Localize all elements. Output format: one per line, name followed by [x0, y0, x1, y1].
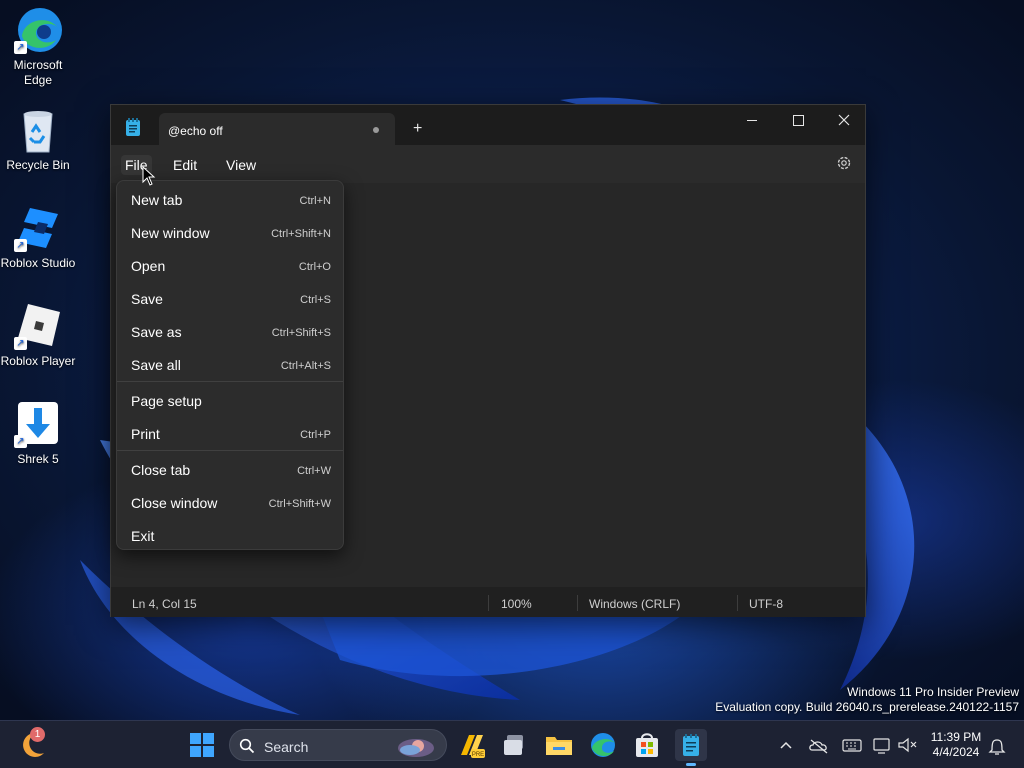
- zoom-level[interactable]: 100%: [501, 597, 532, 611]
- search-label: Search: [264, 739, 309, 755]
- new-tab-button[interactable]: +: [413, 121, 422, 137]
- maximize-button[interactable]: [775, 105, 821, 137]
- menu-item-close-tab[interactable]: Close tab Ctrl+W: [121, 454, 341, 484]
- desktop-icon-label: Roblox Studio: [0, 256, 76, 270]
- notepad-icon: [683, 734, 699, 756]
- task-view-icon: [504, 735, 523, 755]
- taskbar-search-box[interactable]: Search: [229, 729, 447, 761]
- menu-view[interactable]: View: [222, 155, 260, 175]
- title-bar[interactable]: @echo off +: [111, 105, 867, 146]
- taskbar: 1 Search PRE 11:39 PM 4/4/2024: [0, 720, 1024, 768]
- shortcut-arrow-icon: ↗: [14, 337, 27, 350]
- menu-edit[interactable]: Edit: [169, 155, 201, 175]
- clock[interactable]: 11:39 PM 4/4/2024: [920, 730, 992, 760]
- tab-title: @echo off: [168, 124, 223, 138]
- menu-separator: [117, 450, 343, 451]
- clock-time: 11:39 PM: [930, 730, 982, 744]
- minimize-button[interactable]: [729, 105, 775, 137]
- copilot-preview-button[interactable]: PRE: [455, 729, 487, 761]
- encoding[interactable]: UTF-8: [749, 597, 783, 611]
- notepad-icon: [125, 118, 141, 136]
- clock-date: 4/4/2024: [932, 745, 980, 759]
- start-button[interactable]: [186, 729, 218, 761]
- notification-badge: 1: [30, 727, 45, 742]
- file-explorer-button[interactable]: [543, 729, 575, 761]
- menu-item-exit[interactable]: Exit: [121, 520, 341, 550]
- status-divider: [577, 595, 578, 611]
- desktop-icon-roblox-player[interactable]: ↗ Roblox Player: [0, 302, 76, 369]
- menu-item-save[interactable]: Save Ctrl+S: [121, 283, 341, 313]
- network-button[interactable]: [868, 729, 896, 761]
- desktop-icon-label: Roblox Player: [0, 354, 76, 368]
- status-divider: [488, 595, 489, 611]
- notepad-taskbar-button[interactable]: [675, 729, 707, 766]
- roblox-player-icon: ↗: [14, 302, 62, 350]
- settings-gear-icon[interactable]: [835, 154, 853, 172]
- download-arrow-icon: ↗: [14, 400, 62, 448]
- network-icon: [873, 738, 890, 754]
- keyboard-icon: [842, 739, 862, 752]
- menu-item-save-as[interactable]: Save as Ctrl+Shift+S: [121, 316, 341, 346]
- search-icon: [239, 738, 255, 754]
- chevron-up-icon: [780, 741, 792, 749]
- copilot-icon: PRE: [461, 735, 485, 758]
- task-view-button[interactable]: [499, 729, 531, 761]
- status-bar: Ln 4, Col 15 100% Windows (CRLF) UTF-8: [111, 587, 865, 617]
- desktop-icon-shrek-5[interactable]: ↗ Shrek 5: [0, 400, 76, 467]
- notifications-button[interactable]: [984, 729, 1010, 761]
- close-button[interactable]: [821, 105, 867, 137]
- file-explorer-icon: [546, 737, 572, 755]
- mouse-cursor-icon: [142, 165, 156, 186]
- menu-item-open[interactable]: Open Ctrl+O: [121, 250, 341, 280]
- menu-item-new-tab[interactable]: New tab Ctrl+N: [121, 184, 341, 214]
- watermark-line-1: Windows 11 Pro Insider Preview: [847, 685, 1019, 699]
- cloud-offline-icon: [809, 739, 828, 754]
- shortcut-arrow-icon: ↗: [14, 41, 27, 54]
- cursor-position: Ln 4, Col 15: [132, 597, 197, 611]
- edge-icon: ↗: [14, 6, 62, 54]
- recycle-bin-icon: [14, 106, 62, 154]
- desktop-icon-label: Shrek 5: [17, 452, 59, 466]
- tab-echo-off[interactable]: @echo off: [159, 113, 395, 146]
- show-hidden-icons-button[interactable]: [772, 729, 800, 761]
- watermark-line-2: Evaluation copy. Build 26040.rs_prerelea…: [715, 700, 1019, 714]
- menu-item-print[interactable]: Print Ctrl+P: [121, 418, 341, 448]
- onedrive-button[interactable]: [805, 729, 833, 761]
- running-indicator: [686, 763, 696, 766]
- desktop-icon-label: Microsoft Edge: [13, 58, 63, 87]
- edge-icon: [591, 733, 615, 757]
- desktop-icon-roblox-studio[interactable]: ↗ Roblox Studio: [0, 204, 76, 271]
- menu-bar: File Edit View: [111, 145, 865, 183]
- shortcut-arrow-icon: ↗: [14, 239, 27, 252]
- search-highlight-icon: [398, 739, 434, 757]
- line-ending[interactable]: Windows (CRLF): [589, 597, 680, 611]
- volume-muted-icon: [898, 737, 917, 753]
- svg-text:PRE: PRE: [472, 752, 484, 758]
- evaluation-watermark: Windows 11 Pro Insider Preview Evaluatio…: [715, 685, 1019, 715]
- desktop-icon-edge[interactable]: ↗ Microsoft Edge: [0, 6, 76, 88]
- bell-icon: [988, 739, 1006, 755]
- weather-widget-button[interactable]: 1: [16, 727, 48, 761]
- menu-item-new-window[interactable]: New window Ctrl+Shift+N: [121, 217, 341, 247]
- roblox-studio-icon: ↗: [14, 204, 62, 252]
- status-divider: [737, 595, 738, 611]
- store-icon: [636, 733, 658, 757]
- file-menu-dropdown: New tab Ctrl+N New window Ctrl+Shift+N O…: [116, 180, 344, 550]
- menu-item-save-all[interactable]: Save all Ctrl+Alt+S: [121, 349, 341, 379]
- volume-button[interactable]: [893, 729, 921, 761]
- menu-item-close-window[interactable]: Close window Ctrl+Shift+W: [121, 487, 341, 517]
- unsaved-dot-icon[interactable]: [373, 127, 379, 133]
- shortcut-arrow-icon: ↗: [14, 435, 27, 448]
- desktop-icon-recycle-bin[interactable]: Recycle Bin: [0, 106, 76, 173]
- start-icon: [190, 733, 214, 757]
- menu-item-page-setup[interactable]: Page setup: [121, 385, 341, 415]
- desktop-icon-label: Recycle Bin: [6, 158, 70, 172]
- edge-taskbar-button[interactable]: [587, 729, 619, 761]
- microsoft-store-button[interactable]: [631, 729, 663, 761]
- menu-separator: [117, 381, 343, 382]
- touch-keyboard-button[interactable]: [838, 729, 866, 761]
